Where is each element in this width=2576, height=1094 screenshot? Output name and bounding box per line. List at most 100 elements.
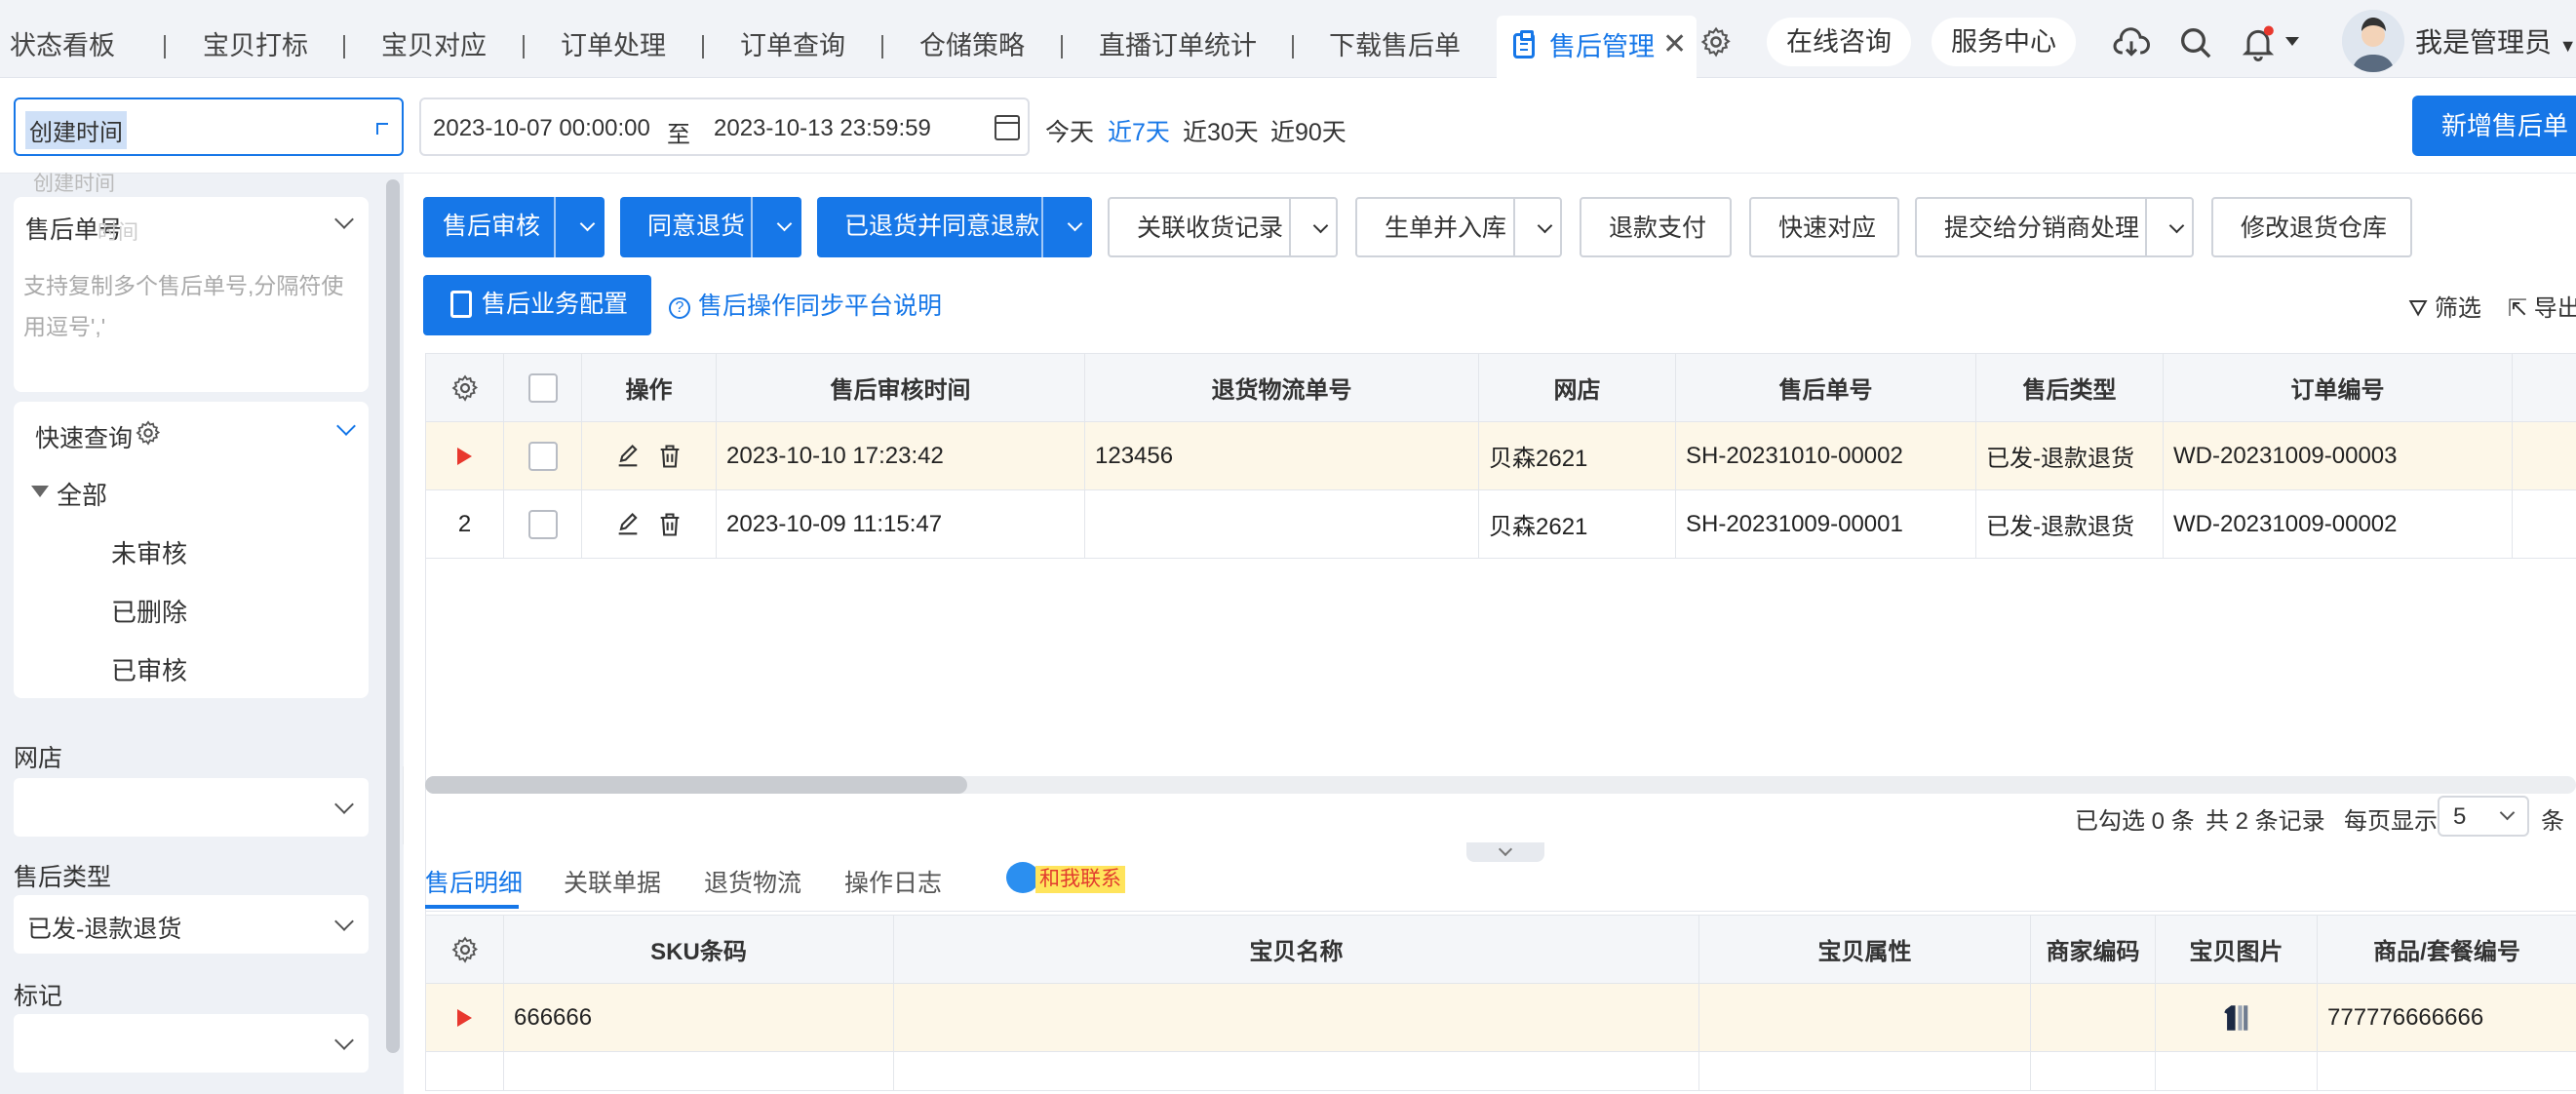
tab-operation-log[interactable]: 操作日志: [844, 864, 942, 899]
col-header-aftersale-type[interactable]: 售后类型: [1975, 353, 2164, 422]
chevron-down-icon[interactable]: [2168, 217, 2185, 234]
chevron-down-icon[interactable]: [334, 210, 354, 229]
mark-select[interactable]: [14, 1014, 369, 1073]
column-settings-cell[interactable]: [425, 353, 504, 422]
select-all-checkbox[interactable]: [527, 372, 558, 403]
per-page-select[interactable]: 5: [2438, 796, 2529, 837]
col-header-item-image[interactable]: 宝贝图片: [2155, 915, 2318, 984]
search-icon[interactable]: [2176, 23, 2215, 62]
aftersale-config-button[interactable]: 售后业务配置: [423, 275, 651, 335]
table-row[interactable]: 666666 777776666666: [425, 983, 2576, 1052]
chevron-down-icon[interactable]: [1312, 217, 1329, 234]
tab-status-board[interactable]: 状态看板: [10, 0, 115, 78]
tree-item-audited[interactable]: 已审核: [111, 651, 187, 687]
chevron-down-icon[interactable]: [776, 215, 793, 232]
cloud-download-icon[interactable]: [2112, 23, 2151, 62]
aftersale-audit-button[interactable]: 售后审核: [423, 197, 605, 257]
edit-icon[interactable]: [614, 443, 642, 470]
sync-help-link[interactable]: ? 售后操作同步平台说明: [669, 287, 942, 322]
online-consult-button[interactable]: 在线咨询: [1767, 18, 1911, 66]
avatar[interactable]: [2342, 10, 2404, 72]
quick-date-90days[interactable]: 近90天: [1270, 113, 1347, 148]
aftersale-no-input[interactable]: 支持复制多个售后单号,分隔符使用逗号',': [23, 265, 365, 347]
date-range-picker[interactable]: 2023-10-07 00:00:00 至 2023-10-13 23:59:5…: [419, 98, 1030, 156]
submit-distributor-button[interactable]: 提交给分销商处理: [1915, 197, 2194, 257]
link-receipt-button[interactable]: 关联收货记录: [1108, 197, 1338, 257]
column-settings-gear-icon[interactable]: [450, 373, 480, 403]
bell-dropdown-icon[interactable]: [2285, 37, 2299, 46]
quick-date-30days[interactable]: 近30天: [1183, 113, 1259, 148]
tab-item-mapping[interactable]: 宝贝对应: [381, 0, 487, 78]
column-settings-gear-icon[interactable]: [450, 935, 480, 964]
row-check-cell[interactable]: [503, 421, 582, 490]
filter-button[interactable]: ⛛ 筛选: [2408, 289, 2481, 323]
select-all-cell[interactable]: [503, 353, 582, 422]
col-header-item-attr[interactable]: 宝贝属性: [1698, 915, 2031, 984]
shop-select[interactable]: [14, 778, 369, 837]
tab-aftersale-management[interactable]: 售后管理 ✕: [1497, 16, 1697, 78]
row-check-cell[interactable]: [503, 489, 582, 559]
col-header-order-no[interactable]: 订单编号: [2163, 353, 2513, 422]
edit-icon[interactable]: [614, 511, 642, 538]
modify-warehouse-button[interactable]: 修改退货仓库: [2211, 197, 2412, 257]
table-row[interactable]: 2 2023-10-09 11:15:47 贝森2621 SH-20231009…: [425, 489, 2576, 559]
detail-column-settings-cell[interactable]: [425, 915, 504, 984]
tab-aftersale-detail[interactable]: 售后明细: [425, 864, 523, 899]
tree-item-deleted[interactable]: 已删除: [111, 593, 187, 629]
table-horizontal-scrollbar[interactable]: [425, 776, 2576, 794]
user-name[interactable]: 我是管理员 ▼: [2415, 21, 2576, 60]
refund-pay-button[interactable]: 退款支付: [1580, 197, 1732, 257]
gen-inbound-button[interactable]: 生单并入库: [1355, 197, 1562, 257]
returned-agree-refund-button[interactable]: 已退货并同意退款: [817, 197, 1092, 257]
export-button[interactable]: ⇱ 导出: [2508, 289, 2576, 323]
tree-item-unaudited[interactable]: 未审核: [111, 534, 187, 570]
tab-item-tagging[interactable]: 宝贝打标: [203, 0, 308, 78]
product-thumbnail-icon[interactable]: [2220, 1001, 2253, 1035]
table-row[interactable]: 2023-10-10 17:23:42 123456 贝森2621 SH-202…: [425, 421, 2576, 490]
chevron-down-icon[interactable]: [1067, 215, 1083, 232]
row-checkbox[interactable]: [527, 509, 558, 539]
scrollbar-thumb[interactable]: [425, 776, 967, 794]
row-checkbox[interactable]: [527, 441, 558, 471]
panel-resize-handle[interactable]: [1466, 842, 1544, 862]
calendar-icon[interactable]: [995, 115, 1020, 140]
tab-return-logistics[interactable]: 退货物流: [704, 864, 801, 899]
tab-order-processing[interactable]: 订单处理: [561, 0, 666, 78]
express-match-button[interactable]: 快速对应: [1749, 197, 1899, 257]
col-header-shop[interactable]: 网店: [1478, 353, 1676, 422]
aftersale-type-select[interactable]: 已发-退款退货: [14, 895, 369, 954]
col-header-merchant-code[interactable]: 商家编码: [2030, 915, 2156, 984]
col-header-product-no[interactable]: 商品/套餐编号: [2317, 915, 2576, 984]
col-header-action[interactable]: 操作: [581, 353, 717, 422]
tab-live-order-stats[interactable]: 直播订单统计: [1099, 0, 1257, 78]
col-header-item-name[interactable]: 宝贝名称: [893, 915, 1699, 984]
tree-item-all[interactable]: 全部: [57, 476, 107, 512]
chevron-down-icon[interactable]: [579, 215, 596, 232]
sidebar-scrollbar[interactable]: [386, 179, 400, 1053]
tab-order-query[interactable]: 订单查询: [740, 0, 845, 78]
chevron-down-icon[interactable]: [1537, 217, 1553, 234]
bell-notification-icon[interactable]: [2239, 23, 2278, 62]
service-center-button[interactable]: 服务中心: [1932, 18, 2076, 66]
user-menu-caret-icon[interactable]: ▼: [2559, 36, 2576, 56]
quick-query-collapse-icon[interactable]: [336, 416, 356, 436]
quick-date-7days[interactable]: 近7天: [1108, 113, 1170, 148]
delete-icon[interactable]: [656, 443, 683, 470]
col-header-audit-time[interactable]: 售后审核时间: [716, 353, 1085, 422]
agree-return-button[interactable]: 同意退货: [620, 197, 801, 257]
close-tab-icon[interactable]: ✕: [1662, 25, 1687, 64]
quick-query-gear-icon[interactable]: [135, 419, 162, 447]
col-header-aftersale-no[interactable]: 售后单号: [1675, 353, 1976, 422]
tab-related-docs[interactable]: 关联单据: [564, 864, 661, 899]
tab-storage-strategy[interactable]: 仓储策略: [919, 0, 1025, 78]
tab-download-aftersale[interactable]: 下载售后单: [1329, 0, 1461, 78]
time-type-select[interactable]: 创建时间: [14, 98, 404, 156]
cell-item-image[interactable]: [2155, 983, 2318, 1052]
tab-settings-gear-icon[interactable]: [1699, 25, 1733, 59]
quick-date-today[interactable]: 今天: [1045, 113, 1094, 148]
col-header-logistics-no[interactable]: 退货物流单号: [1084, 353, 1479, 422]
delete-icon[interactable]: [656, 511, 683, 538]
col-header-sku[interactable]: SKU条码: [503, 915, 894, 984]
tree-expand-icon[interactable]: [31, 486, 49, 497]
new-aftersale-button[interactable]: 新增售后单: [2412, 96, 2576, 156]
